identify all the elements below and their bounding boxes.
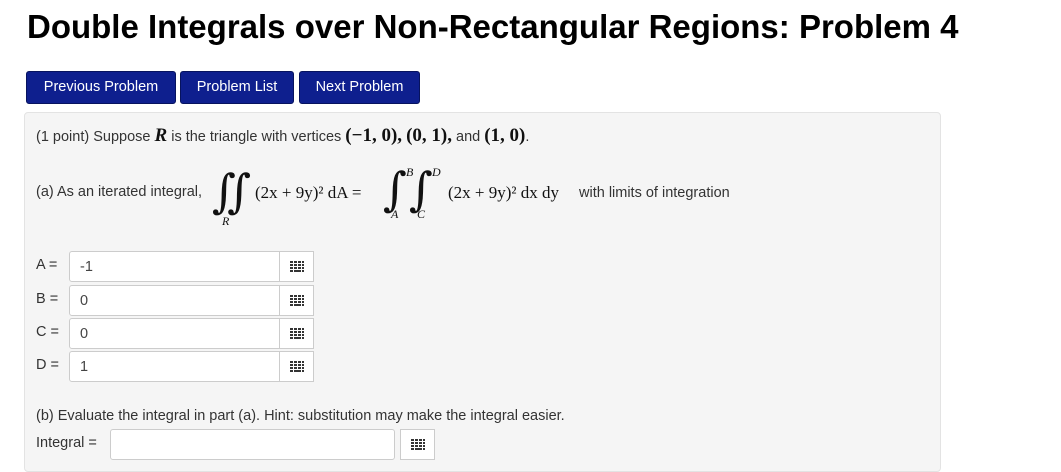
integral-label: Integral = [36, 435, 97, 451]
limit-d: D [432, 165, 441, 179]
period-text: . [525, 129, 530, 145]
answer-input-c[interactable] [69, 318, 311, 349]
keypad-icon[interactable] [279, 351, 314, 382]
limit-c: C [417, 207, 426, 221]
vertex-3: (1, 0) [484, 125, 526, 146]
triangle-text: is the triangle with vertices [171, 129, 342, 145]
integrand-left: (2x + 9y)² dA = [255, 183, 362, 202]
previous-problem-button[interactable]: Previous Problem [26, 71, 176, 104]
next-problem-button[interactable]: Next Problem [299, 71, 420, 104]
keypad-icon[interactable] [279, 318, 314, 349]
answer-input-b[interactable] [69, 285, 311, 316]
page-title: Double Integrals over Non-Rectangular Re… [27, 8, 959, 45]
inner-integral-sign: ∫ [409, 162, 433, 216]
answer-input-d[interactable] [69, 351, 311, 382]
region-subscript: R [222, 214, 230, 228]
integral-input[interactable] [110, 429, 395, 460]
keypad-icon[interactable] [400, 429, 435, 460]
limit-a: A [391, 207, 399, 221]
vertex-2: (0, 1), [406, 125, 452, 146]
part-b-text: (b) Evaluate the integral in part (a). H… [36, 408, 565, 424]
double-integral-sign: ∬ [212, 164, 252, 218]
answer-label-a: A = [36, 257, 58, 273]
problem-points-text: (1 point) Suppose [36, 129, 151, 145]
keypad-icon[interactable] [279, 285, 314, 316]
and-text: and [456, 129, 481, 145]
answer-label-d: D = [36, 357, 59, 373]
answer-label-c: C = [36, 324, 59, 340]
problem-statement: (1 point) Suppose R is the triangle with… [36, 125, 529, 147]
keypad-icon[interactable] [279, 251, 314, 282]
outer-integral-sign: ∫ [383, 162, 407, 216]
problem-list-button[interactable]: Problem List [180, 71, 294, 104]
part-a-prefix: (a) As an iterated integral, [36, 184, 203, 200]
region-variable: R [154, 125, 168, 146]
part-a-suffix: with limits of integration [579, 185, 730, 201]
vertex-1: (−1, 0), [345, 125, 403, 146]
answer-label-b: B = [36, 291, 59, 307]
integrand-right: (2x + 9y)² dx dy [448, 183, 560, 202]
answer-input-a[interactable] [69, 251, 311, 282]
